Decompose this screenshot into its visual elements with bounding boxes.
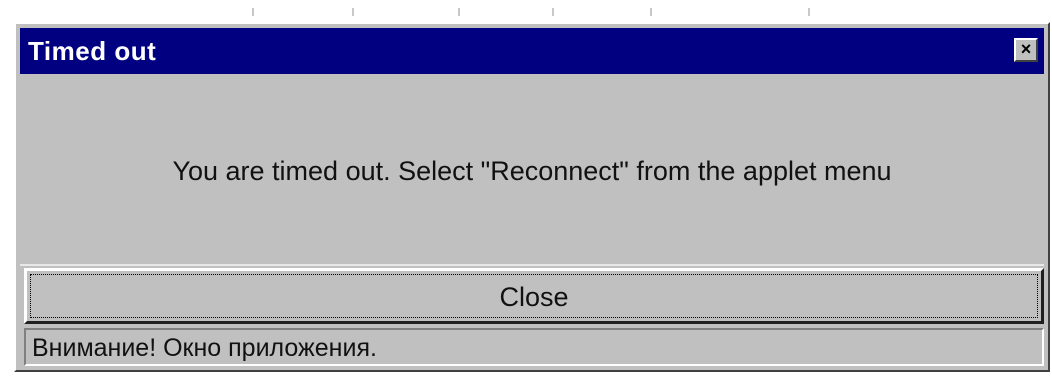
title-bar[interactable]: Timed out × (20, 28, 1044, 74)
background-divider (252, 8, 254, 16)
close-icon[interactable]: × (1014, 38, 1038, 62)
timeout-message: You are timed out. Select "Reconnect" fr… (172, 156, 892, 186)
background-divider (458, 8, 460, 16)
background-divider (352, 8, 354, 16)
background-divider (552, 8, 554, 16)
close-button[interactable]: Close (24, 268, 1044, 324)
status-bar: Внимание! Окно приложения. (24, 328, 1044, 366)
divider (20, 264, 1044, 266)
close-button-label: Close (499, 282, 569, 312)
background-divider (808, 8, 810, 16)
background-window-strip (0, 0, 1052, 18)
dialog-title: Timed out (28, 36, 157, 66)
status-text: Внимание! Окно приложения. (32, 334, 377, 362)
timed-out-dialog: Timed out × You are timed out. Select "R… (14, 22, 1050, 372)
background-divider (650, 8, 652, 16)
